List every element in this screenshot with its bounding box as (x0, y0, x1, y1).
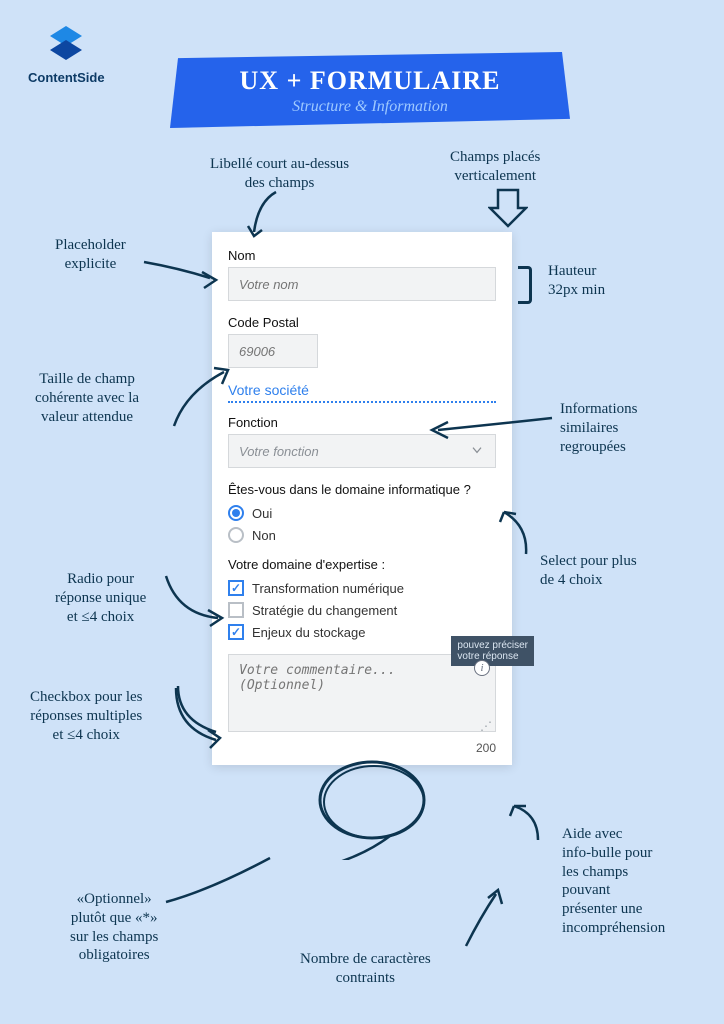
chevron-down-icon (469, 442, 485, 461)
tooltip: pouvez préciser votre réponse (451, 636, 534, 666)
check-icon: ✓ (228, 602, 244, 618)
annot-short-label: Libellé court au-dessus des champs (210, 155, 349, 193)
bracket-icon (518, 266, 532, 304)
arrow-icon (460, 888, 510, 954)
annot-explicit-placeholder: Placeholder explicite (55, 236, 126, 274)
radio-label: Oui (252, 506, 272, 521)
page-title: UX + FORMULAIRE (198, 66, 542, 96)
role-label: Fonction (228, 415, 496, 430)
name-input[interactable] (228, 267, 496, 301)
checkbox-option-2[interactable]: ✓ Stratégie du changement (228, 602, 496, 618)
role-placeholder: Votre fonction (239, 444, 319, 459)
check-icon: ✓ (228, 580, 244, 596)
annot-grouped-info: Informations similaires regroupées (560, 400, 637, 456)
annot-tooltip-help: Aide avec info-bulle pour les champs pou… (562, 825, 665, 938)
postal-label: Code Postal (228, 315, 496, 330)
radio-option-no[interactable]: Non (228, 527, 496, 543)
title-banner: UX + FORMULAIRE Structure & Information (170, 52, 570, 128)
arrow-icon (160, 850, 280, 910)
annot-optional-label: «Optionnel» plutôt que «*» sur les champ… (70, 890, 158, 965)
form-card: Nom Code Postal Votre société Fonction V… (212, 232, 512, 765)
radio-icon (228, 505, 244, 521)
info-icon[interactable]: i (474, 660, 490, 676)
field-name: Nom (228, 248, 496, 301)
circle-highlight-icon (310, 750, 440, 860)
field-postal: Code Postal (228, 315, 496, 368)
check-label: Enjeux du stockage (252, 625, 365, 640)
field-role: Fonction Votre fonction (228, 415, 496, 468)
postal-input[interactable] (228, 334, 318, 368)
name-label: Nom (228, 248, 496, 263)
page-subtitle: Structure & Information (198, 98, 542, 116)
check-label: Transformation numérique (252, 581, 404, 596)
annot-min-height: Hauteur 32px min (548, 262, 605, 300)
radio-icon (228, 527, 244, 543)
radio-option-yes[interactable]: Oui (228, 505, 496, 521)
brand-logo: ContentSide (28, 22, 105, 85)
field-comment: pouvez préciser votre réponse i ⋰ (228, 654, 496, 737)
arrow-icon (508, 800, 568, 850)
down-arrow-icon (488, 186, 528, 230)
annot-checkbox-multi: Checkbox pour les réponses multiples et … (30, 688, 142, 744)
field-it-question: Êtes-vous dans le domaine informatique ?… (228, 482, 496, 543)
expertise-label: Votre domaine d'expertise : (228, 557, 496, 572)
annot-char-constraint: Nombre de caractères contraints (300, 950, 431, 988)
company-section-title: Votre société (228, 382, 496, 403)
annot-select-many: Select pour plus de 4 choix (540, 552, 637, 590)
field-expertise: Votre domaine d'expertise : ✓ Transforma… (228, 557, 496, 640)
checkbox-option-1[interactable]: ✓ Transformation numérique (228, 580, 496, 596)
resize-handle-icon[interactable]: ⋰ (480, 719, 492, 733)
char-counter: 200 (228, 741, 496, 755)
radio-label: Non (252, 528, 276, 543)
annot-coherent-size: Taille de champ cohérente avec la valeur… (35, 370, 139, 426)
it-question-label: Êtes-vous dans le domaine informatique ? (228, 482, 496, 497)
annot-vertical-fields: Champs placés verticalement (450, 148, 540, 186)
annot-radio-single: Radio pour réponse unique et ≤4 choix (55, 570, 146, 626)
check-icon: ✓ (228, 624, 244, 640)
logo-icon (44, 22, 88, 66)
logo-text: ContentSide (28, 70, 105, 85)
check-label: Stratégie du changement (252, 603, 397, 618)
role-select[interactable]: Votre fonction (228, 434, 496, 468)
